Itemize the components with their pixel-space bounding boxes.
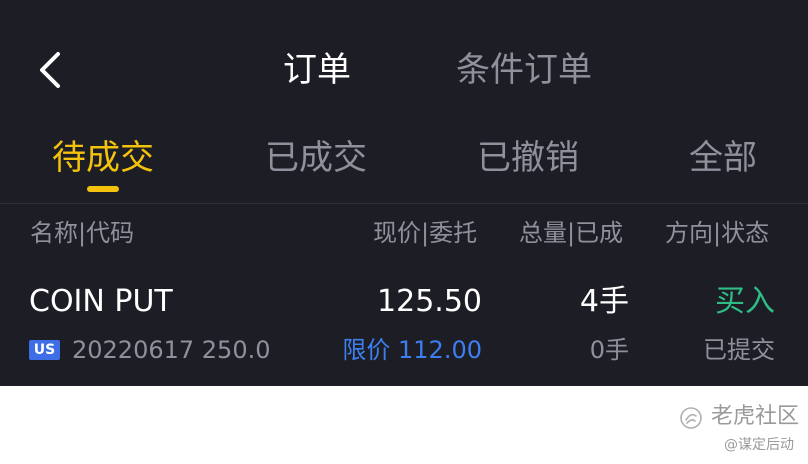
watermark-author: @谋定后动 (724, 437, 794, 453)
column-header-qty: 总量|已成 (519, 219, 624, 247)
filter-filled[interactable]: 已成交 (265, 136, 367, 180)
market-badge: US (29, 340, 60, 360)
divider (0, 203, 808, 204)
order-screen: 订单 条件订单 待成交 已成交 已撤销 全部 名称|代码 现价|委托 总量|已成… (0, 0, 808, 386)
order-price-value: 112.00 (398, 336, 482, 364)
order-price: 限价 112.00 (342, 335, 482, 365)
column-header-name-code: 名称|代码 (30, 219, 135, 247)
column-header-price: 现价|委托 (373, 219, 478, 247)
watermark-brand: 老虎社区 (711, 404, 800, 429)
tab-conditional-orders[interactable]: 条件订单 (456, 48, 592, 92)
current-price: 125.50 (377, 284, 482, 319)
filter-pending[interactable]: 待成交 (52, 136, 154, 180)
order-code: 20220617 250.0 (72, 336, 271, 364)
order-type: 限价 (342, 336, 391, 364)
column-header-direction-status: 方向|状态 (665, 219, 770, 247)
tab-orders[interactable]: 订单 (283, 48, 351, 92)
filter-cancelled[interactable]: 已撤销 (477, 136, 579, 180)
order-status: 已提交 (703, 336, 775, 364)
direction: 买入 (715, 284, 775, 319)
back-arrow-icon[interactable] (34, 50, 74, 90)
filled-quantity: 0手 (589, 336, 629, 364)
tiger-logo-icon (680, 407, 702, 429)
total-quantity: 4手 (579, 284, 629, 319)
filter-all[interactable]: 全部 (689, 136, 757, 180)
order-name: COIN PUT (29, 284, 173, 319)
active-filter-indicator (87, 186, 119, 192)
